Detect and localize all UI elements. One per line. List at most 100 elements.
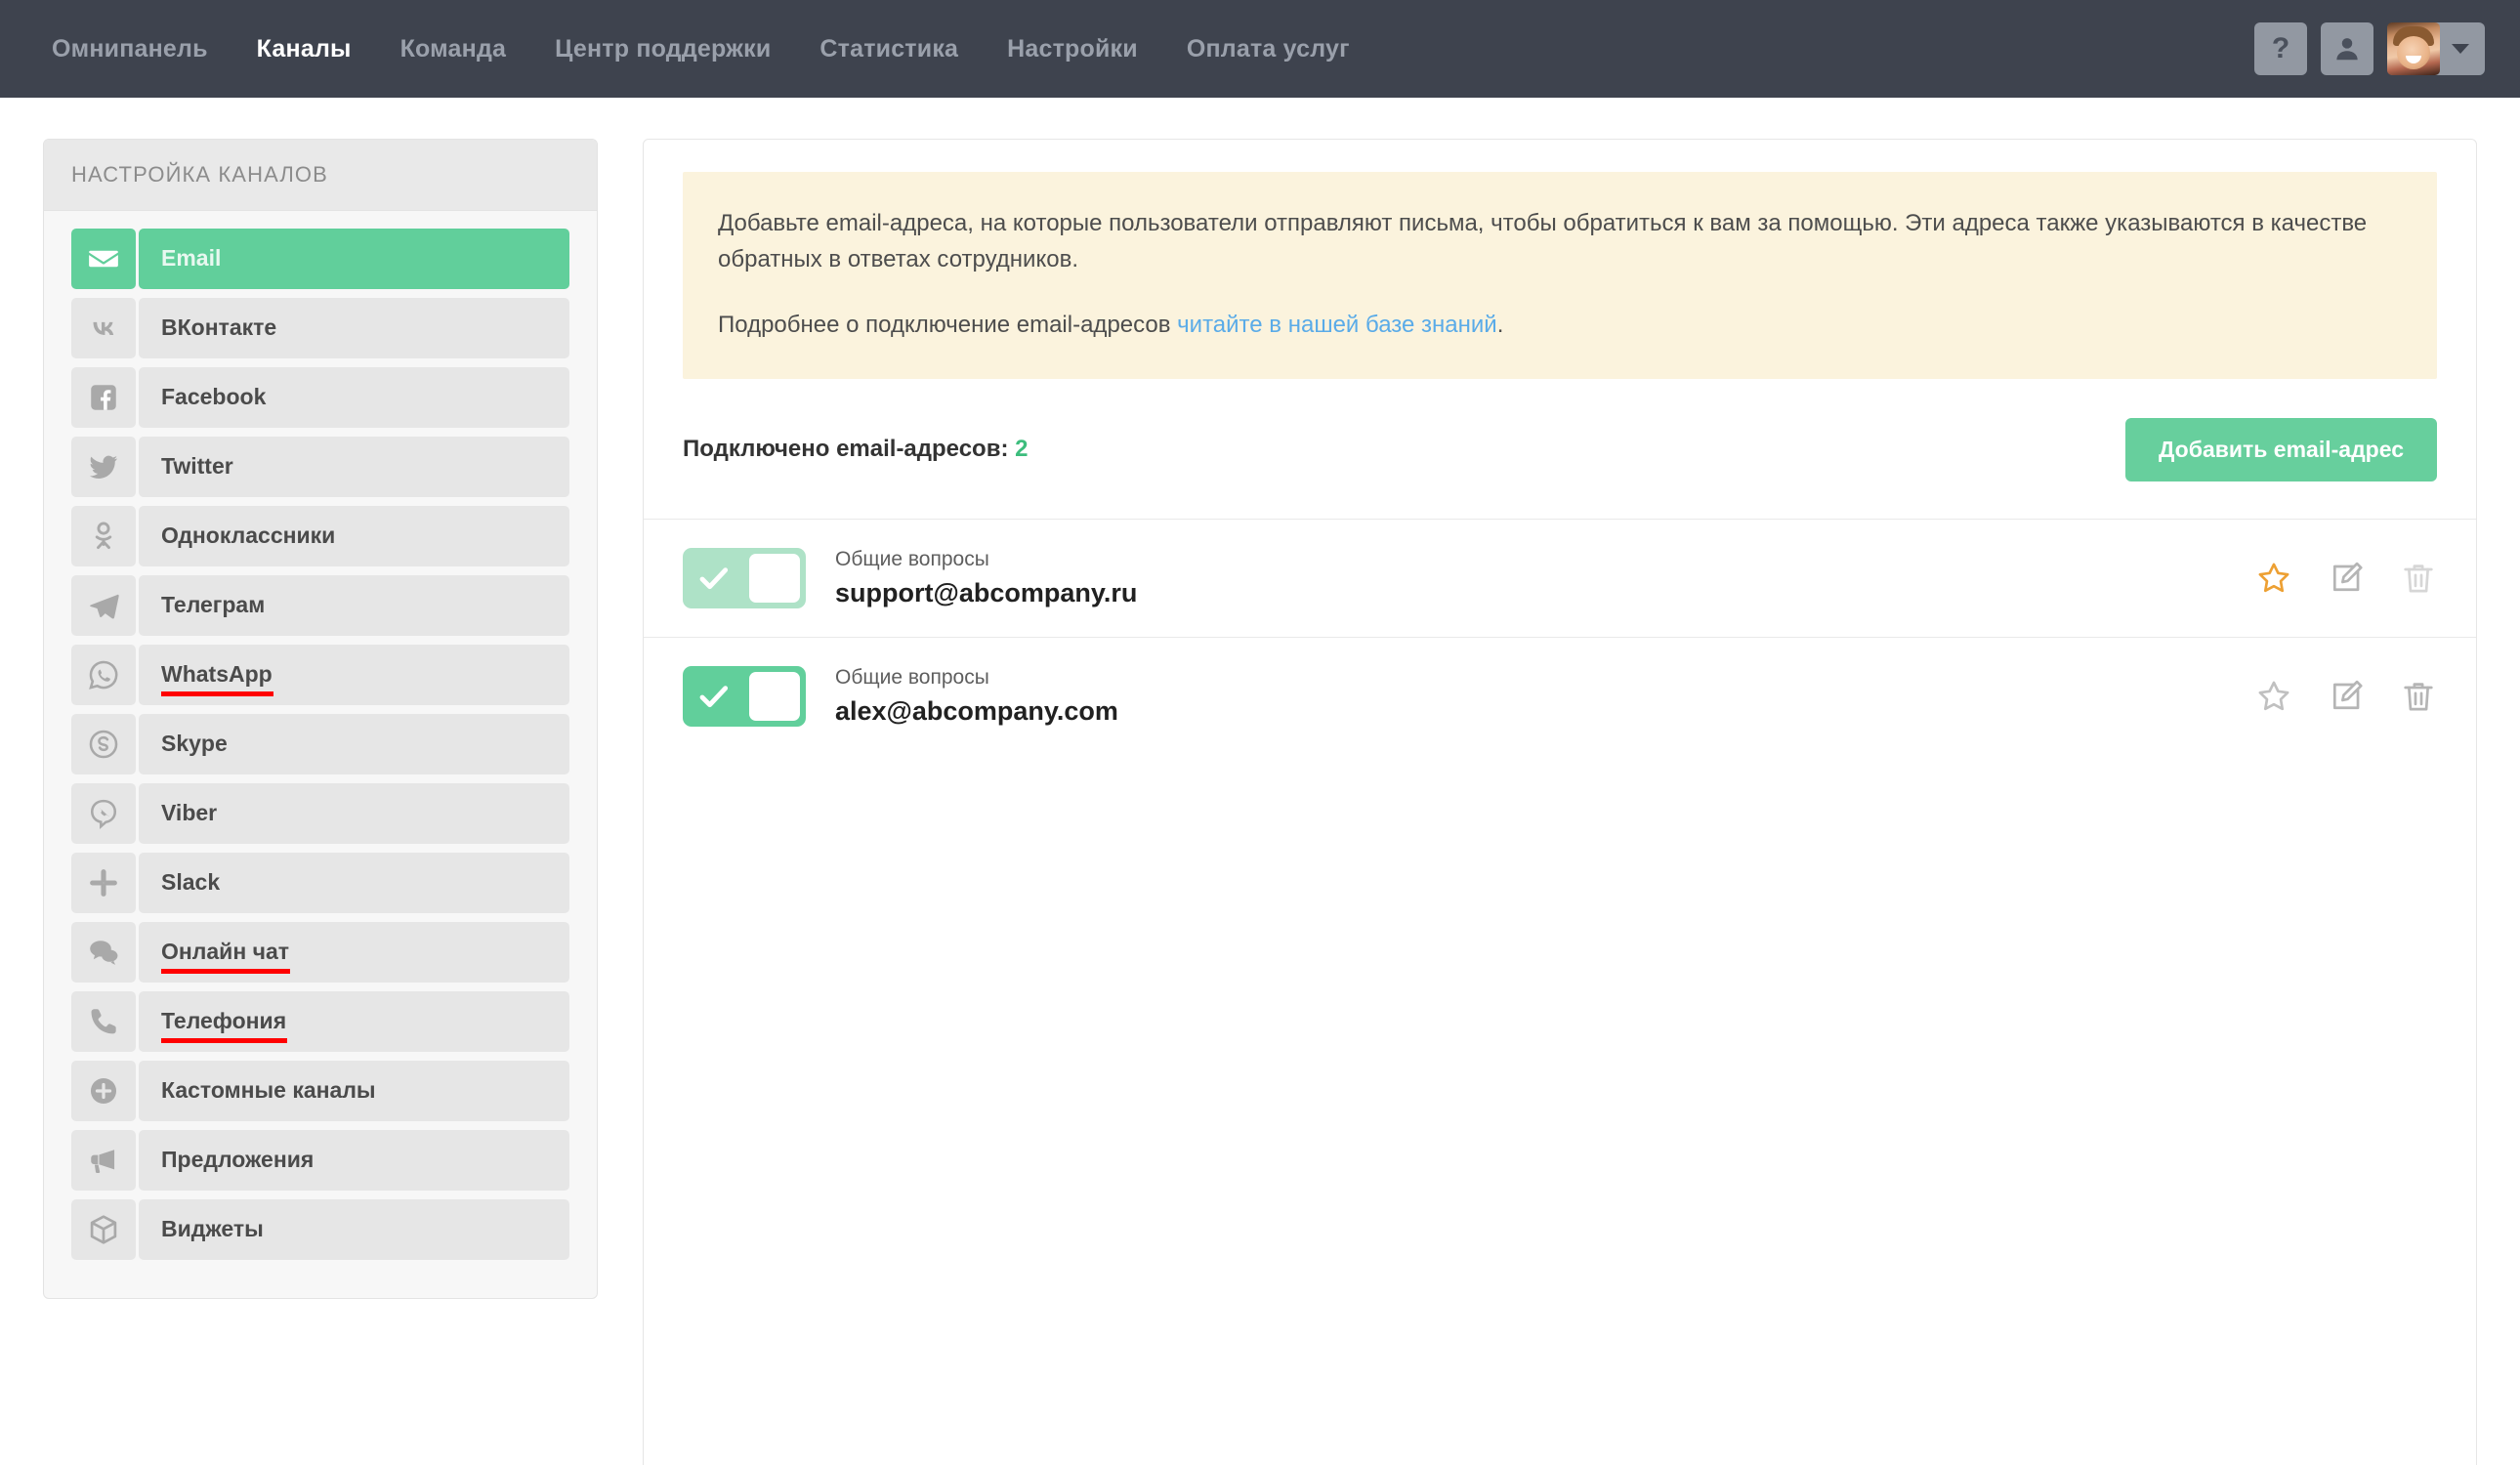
sidebar-item-label-wrap: Одноклассники: [139, 506, 569, 566]
connected-count-value: 2: [1015, 436, 1029, 463]
question-mark-icon: ?: [2271, 32, 2290, 64]
nav-link-2[interactable]: Каналы: [232, 0, 376, 98]
banner-paragraph-1: Добавьте email-адреса, на которые пользо…: [718, 210, 2368, 273]
banner-paragraph-2: Подробнее о подключение email-адресов чи…: [718, 307, 2402, 343]
toggle-knob: [749, 671, 800, 721]
star-icon[interactable]: [2255, 678, 2292, 715]
sidebar-item-label: Онлайн чат: [161, 939, 291, 974]
edit-icon[interactable]: [2328, 560, 2365, 597]
primary-nav: Омнипанель Каналы Команда Центр поддержки Ст…: [27, 0, 1374, 98]
sidebar-item-виджеты[interactable]: Виджеты: [71, 1199, 569, 1260]
email-group-label: Общие вопросы: [835, 665, 989, 689]
sidebar-item-skype[interactable]: Skype: [71, 714, 569, 774]
sidebar-item-предложения[interactable]: Предложения: [71, 1130, 569, 1191]
telegram-icon: [71, 575, 136, 636]
channels-sidebar: НАСТРОЙКА КАНАЛОВ Email ВКонтакте Facebook…: [43, 139, 598, 1299]
avatar-face: [2397, 36, 2430, 69]
sidebar-item-одноклассники[interactable]: Одноклассники: [71, 506, 569, 566]
sidebar-item-label-wrap: Предложения: [139, 1130, 569, 1191]
user-account-button[interactable]: [2321, 22, 2373, 75]
avatar: [2387, 22, 2440, 75]
nav-link-4[interactable]: Центр поддержки: [530, 0, 795, 98]
sidebar-item-label: Одноклассники: [161, 522, 336, 548]
email-address: alex@abcompany.com: [835, 696, 1118, 727]
email-row-actions: [2255, 678, 2437, 715]
sidebar-item-онлайн-чат[interactable]: Онлайн чат: [71, 922, 569, 983]
sidebar-item-label: Телеграм: [161, 591, 266, 617]
email-enabled-toggle[interactable]: [683, 547, 806, 608]
knowledge-base-link[interactable]: читайте в нашей базе знаний: [1177, 312, 1497, 338]
sidebar-item-viber[interactable]: Viber: [71, 783, 569, 844]
sidebar-item-кастомные-каналы[interactable]: Кастомные каналы: [71, 1061, 569, 1121]
sidebar-item-label-wrap: Кастомные каналы: [139, 1061, 569, 1121]
sidebar-item-slack[interactable]: Slack: [71, 853, 569, 913]
slack-icon: [71, 853, 136, 913]
sidebar-item-label-wrap: Онлайн чат: [139, 922, 569, 983]
nav-link-5[interactable]: Статистика: [795, 0, 983, 98]
sidebar-item-label: Slack: [161, 868, 221, 895]
email-row: Общие вопросы alex@abcompany.com: [644, 638, 2476, 755]
sidebar-item-телеграм[interactable]: Телеграм: [71, 575, 569, 636]
sidebar-item-label-wrap: Виджеты: [139, 1199, 569, 1260]
profile-menu[interactable]: [2387, 22, 2485, 75]
sidebar-item-whatsapp[interactable]: WhatsApp: [71, 645, 569, 705]
page-body: НАСТРОЙКА КАНАЛОВ Email ВКонтакте Facebook…: [0, 98, 2520, 1465]
trash-icon[interactable]: [2400, 560, 2437, 597]
sidebar-item-facebook[interactable]: Facebook: [71, 367, 569, 428]
email-list: Общие вопросы support@abcompany.ru Общие в…: [644, 520, 2476, 755]
channel-list: Email ВКонтакте Facebook Twitter Одноклассни…: [44, 211, 597, 1298]
edit-icon[interactable]: [2328, 678, 2365, 715]
nav-link-7[interactable]: Оплата услуг: [1162, 0, 1374, 98]
skype-icon: [71, 714, 136, 774]
chat-bubbles-icon: [71, 922, 136, 983]
sidebar-item-label: Skype: [161, 730, 228, 756]
banner-text-suffix: .: [1496, 312, 1504, 339]
email-meta: Общие вопросы support@abcompany.ru: [835, 545, 1137, 611]
megaphone-icon: [71, 1130, 136, 1191]
connected-count-label: Подключено email-адресов:: [683, 436, 1009, 463]
sidebar-item-label-wrap: Skype: [139, 714, 569, 774]
help-button[interactable]: ?: [2254, 22, 2307, 75]
info-banner: Добавьте email-адреса, на которые пользо…: [683, 172, 2437, 379]
banner-text-prefix: Подробнее о подключение email-адресов: [718, 312, 1178, 339]
sidebar-item-label-wrap: Viber: [139, 783, 569, 844]
sidebar-item-вконтакте[interactable]: ВКонтакте: [71, 298, 569, 358]
connected-count: Подключено email-адресов: 2: [683, 436, 1029, 463]
phone-icon: [71, 991, 136, 1052]
sidebar-item-label: Viber: [161, 799, 218, 825]
viber-icon: [71, 783, 136, 844]
email-settings-card: Добавьте email-адреса, на которые пользо…: [643, 139, 2477, 1465]
email-enabled-toggle[interactable]: [683, 665, 806, 727]
email-group-label: Общие вопросы: [835, 547, 989, 570]
email-address: support@abcompany.ru: [835, 578, 1138, 608]
sidebar-item-label: Виджеты: [161, 1215, 264, 1241]
nav-link-6[interactable]: Настройки: [983, 0, 1162, 98]
sidebar-item-twitter[interactable]: Twitter: [71, 437, 569, 497]
email-count-toolbar: Подключено email-адресов: 2 Добавить ema…: [644, 379, 2476, 519]
nav-link-1[interactable]: Омнипанель: [27, 0, 232, 98]
navbar-right-actions: ?: [2254, 22, 2485, 75]
trash-icon[interactable]: [2400, 678, 2437, 715]
sidebar-header: НАСТРОЙКА КАНАЛОВ: [44, 140, 597, 211]
add-email-button[interactable]: Добавить email-адрес: [2125, 417, 2437, 481]
vk-icon: [71, 298, 136, 358]
email-meta: Общие вопросы alex@abcompany.com: [835, 663, 1118, 730]
sidebar-title: НАСТРОЙКА КАНАЛОВ: [71, 162, 328, 187]
sidebar-item-label: WhatsApp: [161, 661, 273, 696]
sidebar-item-label: Twitter: [161, 452, 233, 479]
sidebar-item-label: Предложения: [161, 1146, 315, 1172]
odnoklassniki-icon: [71, 506, 136, 566]
sidebar-item-label-wrap: Twitter: [139, 437, 569, 497]
cube-icon: [71, 1199, 136, 1260]
email-row-actions: [2255, 560, 2437, 597]
plus-circle-icon: [71, 1061, 136, 1121]
sidebar-item-телефония[interactable]: Телефония: [71, 991, 569, 1052]
check-icon: [689, 677, 739, 716]
nav-link-3[interactable]: Команда: [376, 0, 531, 98]
sidebar-item-label: Кастомные каналы: [161, 1076, 376, 1103]
star-icon[interactable]: [2255, 560, 2292, 597]
facebook-icon: [71, 367, 136, 428]
sidebar-item-email[interactable]: Email: [71, 229, 569, 289]
top-navbar: Омнипанель Каналы Команда Центр поддержки Ст…: [0, 0, 2520, 98]
sidebar-item-label: ВКонтакте: [161, 314, 277, 340]
